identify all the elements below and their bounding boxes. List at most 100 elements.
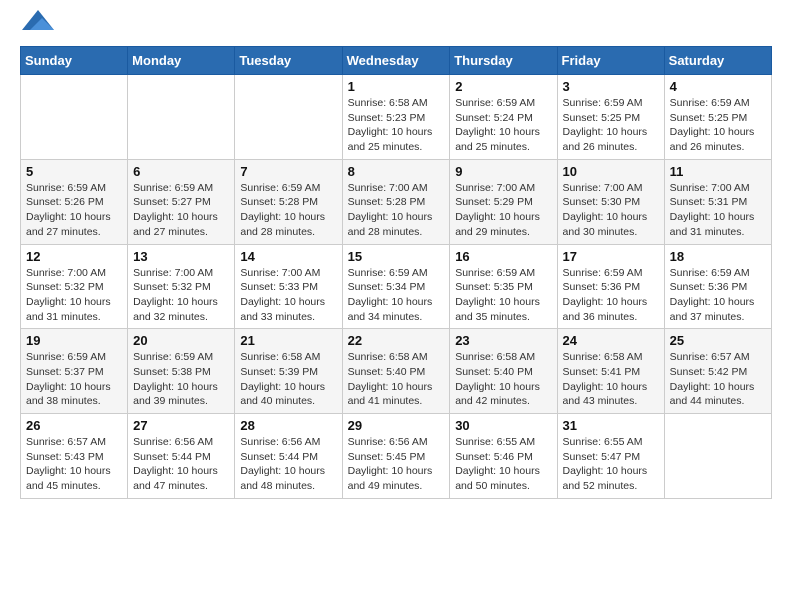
day-number: 30: [455, 418, 551, 433]
day-number: 16: [455, 249, 551, 264]
day-number: 22: [348, 333, 445, 348]
day-info: Sunrise: 6:59 AM Sunset: 5:36 PM Dayligh…: [563, 266, 659, 325]
calendar-week-row: 19Sunrise: 6:59 AM Sunset: 5:37 PM Dayli…: [21, 329, 772, 414]
calendar-cell: [128, 75, 235, 160]
calendar-cell: 7 Sunrise: 6:59 AM Sunset: 5:28 PM Daylig…: [235, 159, 342, 244]
calendar-cell: 16 Sunrise: 6:59 AM Sunset: 5:35 PM Dayli…: [450, 244, 557, 329]
day-number: 29: [348, 418, 445, 433]
calendar-cell: 30 Sunrise: 6:55 AM Sunset: 5:46 PM Dayli…: [450, 414, 557, 499]
calendar-cell: 31Sunrise: 6:55 AM Sunset: 5:47 PM Dayli…: [557, 414, 664, 499]
day-number: 26: [26, 418, 122, 433]
day-info: Sunrise: 6:58 AM Sunset: 5:40 PM Dayligh…: [455, 350, 551, 409]
day-info: Sunrise: 6:58 AM Sunset: 5:23 PM Dayligh…: [348, 96, 445, 155]
day-number: 4: [670, 79, 766, 94]
calendar-cell: 21 Sunrise: 6:58 AM Sunset: 5:39 PM Dayli…: [235, 329, 342, 414]
day-info: Sunrise: 7:00 AM Sunset: 5:30 PM Dayligh…: [563, 181, 659, 240]
calendar-week-row: 5 Sunrise: 6:59 AM Sunset: 5:26 PM Daylig…: [21, 159, 772, 244]
calendar-cell: 24 Sunrise: 6:58 AM Sunset: 5:41 PM Dayli…: [557, 329, 664, 414]
day-info: Sunrise: 6:57 AM Sunset: 5:42 PM Dayligh…: [670, 350, 766, 409]
day-number: 1: [348, 79, 445, 94]
calendar-cell: 20Sunrise: 6:59 AM Sunset: 5:38 PM Dayli…: [128, 329, 235, 414]
calendar-cell: 19Sunrise: 6:59 AM Sunset: 5:37 PM Dayli…: [21, 329, 128, 414]
day-info: Sunrise: 6:56 AM Sunset: 5:44 PM Dayligh…: [133, 435, 229, 494]
calendar-cell: 10 Sunrise: 7:00 AM Sunset: 5:30 PM Dayli…: [557, 159, 664, 244]
calendar-week-row: 12 Sunrise: 7:00 AM Sunset: 5:32 PM Dayli…: [21, 244, 772, 329]
day-info: Sunrise: 7:00 AM Sunset: 5:28 PM Dayligh…: [348, 181, 445, 240]
day-number: 5: [26, 164, 122, 179]
calendar-header-row: SundayMondayTuesdayWednesdayThursdayFrid…: [21, 47, 772, 75]
day-header-tuesday: Tuesday: [235, 47, 342, 75]
day-number: 2: [455, 79, 551, 94]
page-header: [20, 20, 772, 30]
day-info: Sunrise: 6:59 AM Sunset: 5:35 PM Dayligh…: [455, 266, 551, 325]
calendar-cell: 17 Sunrise: 6:59 AM Sunset: 5:36 PM Dayli…: [557, 244, 664, 329]
day-number: 17: [563, 249, 659, 264]
calendar-cell: 28Sunrise: 6:56 AM Sunset: 5:44 PM Dayli…: [235, 414, 342, 499]
day-number: 25: [670, 333, 766, 348]
calendar-cell: 6 Sunrise: 6:59 AM Sunset: 5:27 PM Daylig…: [128, 159, 235, 244]
calendar-cell: 18Sunrise: 6:59 AM Sunset: 5:36 PM Dayli…: [664, 244, 771, 329]
day-header-sunday: Sunday: [21, 47, 128, 75]
day-info: Sunrise: 6:59 AM Sunset: 5:28 PM Dayligh…: [240, 181, 336, 240]
day-number: 3: [563, 79, 659, 94]
calendar-cell: 9 Sunrise: 7:00 AM Sunset: 5:29 PM Daylig…: [450, 159, 557, 244]
day-number: 9: [455, 164, 551, 179]
day-info: Sunrise: 6:59 AM Sunset: 5:38 PM Dayligh…: [133, 350, 229, 409]
calendar-week-row: 26 Sunrise: 6:57 AM Sunset: 5:43 PM Dayli…: [21, 414, 772, 499]
day-info: Sunrise: 6:58 AM Sunset: 5:41 PM Dayligh…: [563, 350, 659, 409]
day-header-saturday: Saturday: [664, 47, 771, 75]
day-number: 23: [455, 333, 551, 348]
calendar-cell: 4 Sunrise: 6:59 AM Sunset: 5:25 PM Daylig…: [664, 75, 771, 160]
day-number: 24: [563, 333, 659, 348]
calendar-cell: 12 Sunrise: 7:00 AM Sunset: 5:32 PM Dayli…: [21, 244, 128, 329]
day-info: Sunrise: 6:59 AM Sunset: 5:27 PM Dayligh…: [133, 181, 229, 240]
day-info: Sunrise: 6:58 AM Sunset: 5:40 PM Dayligh…: [348, 350, 445, 409]
logo-icon: [22, 10, 54, 30]
day-number: 13: [133, 249, 229, 264]
day-info: Sunrise: 6:59 AM Sunset: 5:36 PM Dayligh…: [670, 266, 766, 325]
calendar-cell: 3 Sunrise: 6:59 AM Sunset: 5:25 PM Daylig…: [557, 75, 664, 160]
day-info: Sunrise: 6:56 AM Sunset: 5:45 PM Dayligh…: [348, 435, 445, 494]
calendar-cell: 26 Sunrise: 6:57 AM Sunset: 5:43 PM Dayli…: [21, 414, 128, 499]
calendar-cell: [664, 414, 771, 499]
day-info: Sunrise: 6:55 AM Sunset: 5:46 PM Dayligh…: [455, 435, 551, 494]
day-header-monday: Monday: [128, 47, 235, 75]
day-number: 10: [563, 164, 659, 179]
day-number: 12: [26, 249, 122, 264]
day-header-thursday: Thursday: [450, 47, 557, 75]
day-info: Sunrise: 6:59 AM Sunset: 5:25 PM Dayligh…: [670, 96, 766, 155]
day-info: Sunrise: 6:59 AM Sunset: 5:25 PM Dayligh…: [563, 96, 659, 155]
day-number: 15: [348, 249, 445, 264]
calendar-cell: 13 Sunrise: 7:00 AM Sunset: 5:32 PM Dayli…: [128, 244, 235, 329]
day-number: 6: [133, 164, 229, 179]
day-number: 21: [240, 333, 336, 348]
calendar-cell: 11 Sunrise: 7:00 AM Sunset: 5:31 PM Dayli…: [664, 159, 771, 244]
calendar-cell: 5 Sunrise: 6:59 AM Sunset: 5:26 PM Daylig…: [21, 159, 128, 244]
logo: [20, 20, 54, 30]
day-info: Sunrise: 7:00 AM Sunset: 5:32 PM Dayligh…: [26, 266, 122, 325]
calendar-cell: 8Sunrise: 7:00 AM Sunset: 5:28 PM Daylig…: [342, 159, 450, 244]
day-number: 19: [26, 333, 122, 348]
day-info: Sunrise: 7:00 AM Sunset: 5:31 PM Dayligh…: [670, 181, 766, 240]
day-info: Sunrise: 6:59 AM Sunset: 5:34 PM Dayligh…: [348, 266, 445, 325]
calendar-cell: [21, 75, 128, 160]
calendar-cell: 2Sunrise: 6:59 AM Sunset: 5:24 PM Daylig…: [450, 75, 557, 160]
calendar-cell: 1 Sunrise: 6:58 AM Sunset: 5:23 PM Daylig…: [342, 75, 450, 160]
day-number: 7: [240, 164, 336, 179]
calendar-cell: 25 Sunrise: 6:57 AM Sunset: 5:42 PM Dayli…: [664, 329, 771, 414]
day-info: Sunrise: 7:00 AM Sunset: 5:32 PM Dayligh…: [133, 266, 229, 325]
day-info: Sunrise: 6:59 AM Sunset: 5:26 PM Dayligh…: [26, 181, 122, 240]
calendar-cell: 29 Sunrise: 6:56 AM Sunset: 5:45 PM Dayli…: [342, 414, 450, 499]
calendar-table: SundayMondayTuesdayWednesdayThursdayFrid…: [20, 46, 772, 499]
day-info: Sunrise: 6:57 AM Sunset: 5:43 PM Dayligh…: [26, 435, 122, 494]
day-info: Sunrise: 6:56 AM Sunset: 5:44 PM Dayligh…: [240, 435, 336, 494]
calendar-cell: [235, 75, 342, 160]
calendar-week-row: 1 Sunrise: 6:58 AM Sunset: 5:23 PM Daylig…: [21, 75, 772, 160]
day-number: 14: [240, 249, 336, 264]
day-number: 11: [670, 164, 766, 179]
day-header-friday: Friday: [557, 47, 664, 75]
day-info: Sunrise: 6:58 AM Sunset: 5:39 PM Dayligh…: [240, 350, 336, 409]
calendar-cell: 22 Sunrise: 6:58 AM Sunset: 5:40 PM Dayli…: [342, 329, 450, 414]
day-number: 27: [133, 418, 229, 433]
day-info: Sunrise: 7:00 AM Sunset: 5:29 PM Dayligh…: [455, 181, 551, 240]
